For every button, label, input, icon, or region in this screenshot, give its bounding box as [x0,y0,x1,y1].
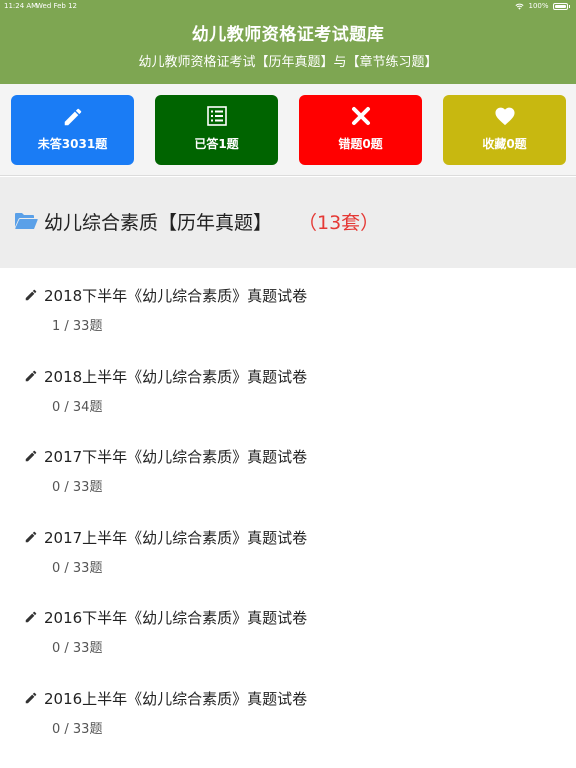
pencil-icon [25,692,37,704]
section-title: 幼儿综合素质【历年真题】 [44,212,273,234]
list-item[interactable]: 2016上半年《幼儿综合素质》真题试卷 0 / 33题 [0,671,576,751]
exam-progress: 0 / 33题 [52,480,103,495]
pencil-icon [25,370,37,382]
answered-button[interactable]: 已答1题 [155,95,278,165]
battery-percent: 100% [528,2,549,10]
favorites-button[interactable]: 收藏0题 [443,95,566,165]
status-indicators: 100% [515,0,570,12]
wrong-label: 错题0题 [338,137,383,151]
exam-title: 2017上半年《幼儿综合素质》真题试卷 [44,529,308,547]
heart-icon [443,106,566,128]
stats-bar: 未答3031题 已答1题 错题0题 收藏0题 [0,84,576,176]
exam-title: 2016上半年《幼儿综合素质》真题试卷 [44,690,308,708]
exam-title: 2017下半年《幼儿综合素质》真题试卷 [44,448,308,466]
list-item[interactable]: 2018上半年《幼儿综合素质》真题试卷 0 / 34题 [0,349,576,429]
pencil-icon [25,450,37,462]
exam-title: 2018上半年《幼儿综合素质》真题试卷 [44,368,308,386]
section-header[interactable]: 幼儿综合素质【历年真题】 （13套） [0,177,576,268]
pencil-icon [25,611,37,623]
status-date: Wed Feb 12 [36,2,78,10]
page-title: 幼儿教师资格证考试题库 [191,25,385,45]
close-icon [299,106,422,128]
status-bar: 11:24 AM Wed Feb 12 100% [0,0,576,12]
unanswered-button[interactable]: 未答3031题 [11,95,134,165]
exam-title: 2018下半年《幼儿综合素质》真题试卷 [44,287,308,305]
exam-progress: 1 / 33题 [52,319,103,334]
wifi-icon [515,3,525,10]
list-item[interactable]: 2016下半年《幼儿综合素质》真题试卷 0 / 33题 [0,590,576,670]
exam-progress: 0 / 33题 [52,561,103,576]
pencil-icon [25,289,37,301]
answered-label: 已答1题 [194,137,239,151]
status-time: 11:24 AM [4,2,38,10]
section-count: （13套） [298,212,380,234]
page-subtitle: 幼儿教师资格证考试【历年真题】与【章节练习题】 [138,55,438,70]
exam-progress: 0 / 33题 [52,722,103,737]
list-item[interactable]: 2018下半年《幼儿综合素质》真题试卷 1 / 33题 [0,268,576,348]
pencil-icon [25,531,37,543]
exam-title: 2016下半年《幼儿综合素质》真题试卷 [44,609,308,627]
exam-progress: 0 / 34题 [52,400,103,415]
list-icon [155,106,278,128]
exam-progress: 0 / 33题 [52,641,103,656]
folder-open-icon [15,213,38,229]
unanswered-label: 未答3031题 [37,137,108,151]
battery-icon [552,2,568,10]
list-item[interactable]: 2017下半年《幼儿综合素质》真题试卷 0 / 33题 [0,429,576,509]
wrong-button[interactable]: 错题0题 [299,95,422,165]
list-item[interactable]: 2017上半年《幼儿综合素质》真题试卷 0 / 33题 [0,510,576,590]
battery-cap [568,4,570,8]
pencil-icon [11,106,134,128]
favorites-label: 收藏0题 [482,137,527,151]
app-header: 11:24 AM Wed Feb 12 100% 幼儿教师资格证考试题库 幼儿教… [0,0,576,84]
